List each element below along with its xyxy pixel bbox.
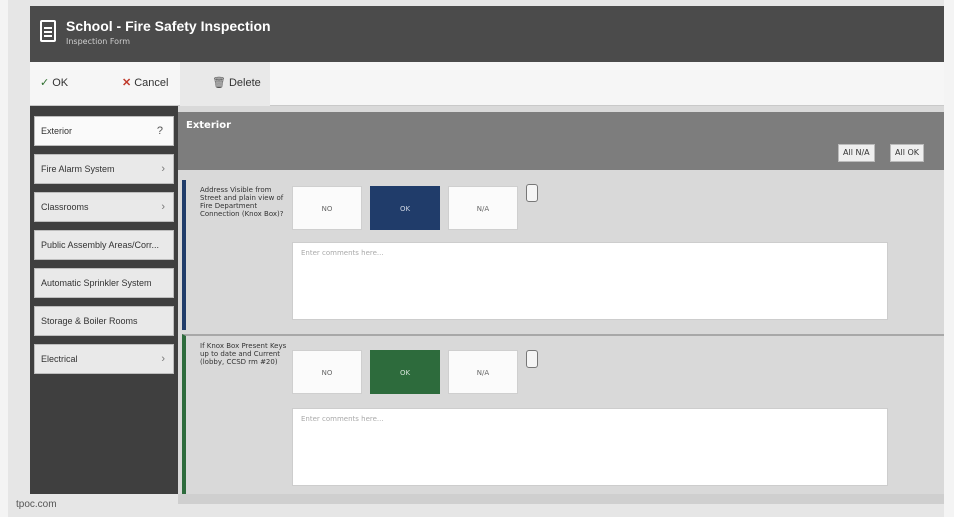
sidebar-item-label: Public Assembly Areas/Corr... — [41, 240, 160, 250]
question-text: If Knox Box Present Keys up to date and … — [200, 342, 287, 367]
section-title: Exterior — [186, 120, 232, 131]
footer-watermark: tpoc.com — [16, 499, 57, 510]
sidebar-item-fire-alarm-system[interactable]: Fire Alarm System › — [34, 154, 174, 184]
title-bar: School - Fire Safety Inspection Inspecti… — [30, 6, 944, 62]
option-ok-button[interactable]: OK — [370, 186, 440, 230]
option-na-button[interactable]: N/A — [448, 186, 518, 230]
attachment-icon[interactable] — [526, 184, 538, 202]
ok-label: OK — [52, 77, 69, 89]
sidebar-item-storage-boiler[interactable]: Storage & Boiler Rooms — [34, 306, 174, 336]
all-ok-button[interactable]: All OK — [890, 144, 925, 162]
sidebar-item-label: Fire Alarm System — [41, 164, 115, 174]
option-no-button[interactable]: NO — [292, 186, 362, 230]
sidebar-item-label: Automatic Sprinkler System — [41, 278, 152, 288]
sidebar-item-exterior[interactable]: Exterior ? — [34, 116, 174, 146]
question-card: If Knox Box Present Keys up to date and … — [182, 334, 944, 494]
cancel-label: Cancel — [134, 77, 169, 89]
attachment-icon[interactable] — [526, 350, 538, 368]
comment-field[interactable]: Enter comments here... — [292, 408, 888, 486]
section-header: Exterior All N/A All OK — [178, 112, 944, 170]
cancel-button[interactable]: ✕ Cancel — [122, 76, 168, 89]
trash-icon: 🗑 — [212, 77, 226, 89]
chevron-right-icon: › — [161, 163, 165, 175]
sidebar-item-sprinkler-system[interactable]: Automatic Sprinkler System — [34, 268, 174, 298]
sidebar-item-electrical[interactable]: Electrical › — [34, 344, 174, 374]
sidebar-item-label: Exterior — [41, 126, 73, 136]
option-ok-button[interactable]: OK — [370, 350, 440, 394]
sidebar-item-label: Electrical — [41, 354, 78, 364]
delete-label: Delete — [228, 77, 261, 89]
option-na-button[interactable]: N/A — [448, 350, 518, 394]
chevron-right-icon: › — [161, 201, 165, 213]
sidebar-item-classrooms[interactable]: Classrooms › — [34, 192, 174, 222]
help-badge: ? — [156, 125, 163, 137]
sidebar-item-label: Storage & Boiler Rooms — [41, 316, 138, 326]
document-icon — [40, 20, 56, 42]
window-subtitle: Inspection Form — [66, 37, 131, 46]
checkmark-icon: ✓ — [40, 77, 50, 89]
comment-field[interactable]: Enter comments here... — [292, 242, 888, 320]
bottom-strip — [178, 494, 944, 504]
section-sidebar: Exterior ? Fire Alarm System › Classroom… — [30, 106, 178, 494]
question-text: Address Visible from Street and plain vi… — [200, 186, 284, 219]
window-title: School - Fire Safety Inspection — [66, 18, 271, 34]
option-no-button[interactable]: NO — [292, 350, 362, 394]
chevron-right-icon: › — [161, 353, 165, 365]
inspection-panel: Exterior All N/A All OK Address Visible … — [178, 106, 944, 494]
question-card: Address Visible from Street and plain vi… — [182, 180, 944, 330]
toolbar: ✓ OK ✕ Cancel 🗑 Delete — [30, 62, 944, 106]
cancel-x-icon: ✕ — [122, 77, 132, 89]
sidebar-item-label: Classrooms — [41, 202, 89, 212]
sidebar-item-public-assembly[interactable]: Public Assembly Areas/Corr... — [34, 230, 174, 260]
all-na-button[interactable]: All N/A — [838, 144, 875, 162]
ok-button[interactable]: ✓ OK — [40, 76, 68, 89]
app-window: School - Fire Safety Inspection Inspecti… — [8, 0, 944, 517]
delete-button[interactable]: 🗑 Delete — [212, 76, 261, 89]
